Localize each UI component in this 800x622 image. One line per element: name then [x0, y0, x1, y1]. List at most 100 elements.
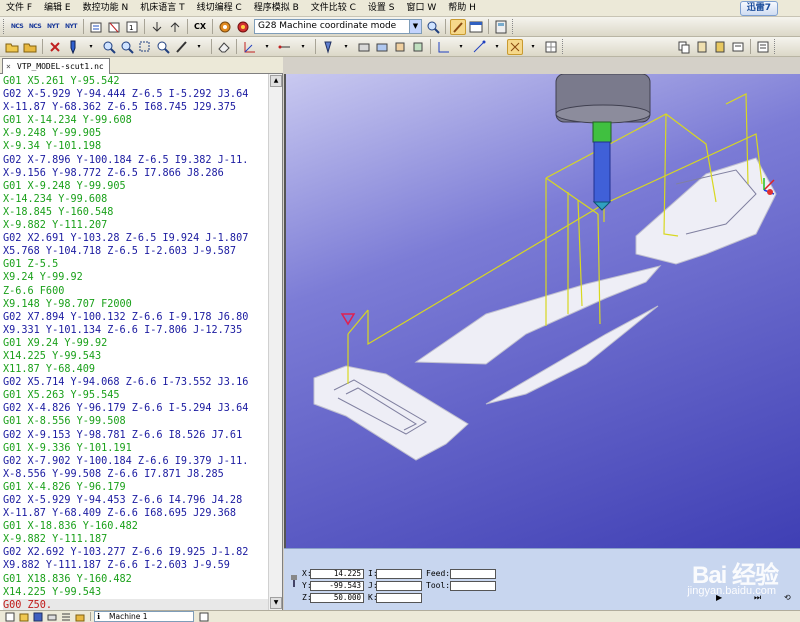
clipboard-icon[interactable] [712, 39, 728, 55]
line-tool-icon[interactable] [277, 39, 293, 55]
renumber-icon[interactable]: 1 [124, 19, 140, 35]
cx-button[interactable]: CX [192, 19, 208, 35]
dropdown-arrow-icon[interactable]: ▾ [338, 39, 354, 55]
gcode-line[interactable]: X-9.34 Y-101.198 [3, 140, 271, 153]
tool-icon[interactable] [65, 39, 81, 55]
paste-icon[interactable] [694, 39, 710, 55]
machine-select[interactable]: ℹ Machine 1 [94, 611, 194, 622]
axis-icon[interactable] [241, 39, 257, 55]
scroll-down-icon[interactable]: ▼ [270, 597, 282, 609]
gcode-line[interactable]: G00 Z50. [3, 598, 271, 610]
dropdown-arrow-icon[interactable]: ▾ [295, 39, 311, 55]
menu-file[interactable]: 文件 F [0, 0, 38, 17]
cut-icon[interactable] [730, 39, 746, 55]
arrow-up-icon[interactable] [167, 19, 183, 35]
gcode-line[interactable]: G01 X18.836 Y-160.482 [3, 573, 271, 586]
part-icon[interactable] [392, 39, 408, 55]
gcode-line[interactable]: G02 X5.714 Y-94.068 Z-6.6 I-73.552 J3.16 [3, 376, 271, 389]
gcode-line[interactable]: X11.87 Y-68.409 [3, 363, 271, 376]
gcode-line[interactable]: G02 X-7.896 Y-100.184 Z-6.5 I9.382 J-11. [3, 154, 271, 167]
gcode-line[interactable]: X5.768 Y-104.718 Z-6.5 I-2.603 J-9.587 [3, 245, 271, 258]
list-icon[interactable] [60, 612, 72, 622]
gcode-line[interactable]: G02 X-4.826 Y-96.179 Z-6.6 I-5.294 J3.64 [3, 402, 271, 415]
model-icon[interactable] [410, 39, 426, 55]
gcode-line[interactable]: X-9.248 Y-99.905 [3, 127, 271, 140]
gcode-line[interactable]: X-18.845 Y-160.548 [3, 206, 271, 219]
coordinate-mode-select[interactable]: G28 Machine coordinate mode ▼ [254, 19, 422, 34]
grid-icon[interactable] [543, 39, 559, 55]
xunlei-button[interactable]: 迅雷7 [739, 1, 778, 16]
window-layout-icon[interactable] [468, 19, 484, 35]
menu-wire-cut[interactable]: 线切编程 C [191, 0, 248, 17]
menu-help[interactable]: 帮助 H [442, 0, 482, 17]
gcode-line[interactable]: G01 X-8.556 Y-99.508 [3, 415, 271, 428]
ncs-icon[interactable]: NCS [9, 19, 25, 35]
ncs-alt-icon[interactable]: NCS [27, 19, 43, 35]
file-tab[interactable]: × VTP_MODEL-scut1.nc [2, 58, 110, 74]
gcode-line[interactable]: X14.225 Y-99.543 [3, 586, 271, 599]
transform-icon[interactable] [507, 38, 523, 55]
dropdown-arrow-icon[interactable]: ▾ [525, 39, 541, 55]
gcode-line[interactable]: Z-6.6 F600 [3, 285, 271, 298]
menu-edit[interactable]: 编辑 E [38, 0, 77, 17]
gcode-line[interactable]: G02 X2.691 Y-103.28 Z-6.5 I9.924 J-1.807 [3, 232, 271, 245]
nyt-icon[interactable]: NYT [45, 19, 61, 35]
dropdown-arrow-icon[interactable]: ▾ [191, 39, 207, 55]
open-file-icon[interactable] [4, 39, 20, 55]
gcode-line[interactable]: X-11.87 Y-68.409 Z-6.6 I68.695 J29.368 [3, 507, 271, 520]
arrow-down-icon[interactable] [149, 19, 165, 35]
zoom-out-icon[interactable] [119, 39, 135, 55]
properties-icon[interactable] [755, 39, 771, 55]
machine-settings-icon[interactable] [198, 612, 210, 622]
gcode-line[interactable]: X-9.156 Y-98.772 Z-6.5 I7.866 J8.286 [3, 167, 271, 180]
brush-icon[interactable] [173, 39, 189, 55]
menu-nc-functions[interactable]: 数控功能 N [77, 0, 135, 17]
print-icon[interactable] [46, 612, 58, 622]
cutter-icon[interactable] [320, 39, 336, 55]
delete-block-icon[interactable] [106, 19, 122, 35]
insert-block-icon[interactable] [88, 19, 104, 35]
chevron-down-icon[interactable]: ▼ [409, 20, 421, 33]
gcode-line[interactable]: G01 X5.263 Y-95.545 [3, 389, 271, 402]
menu-machine-language[interactable]: 机床语言 T [134, 0, 190, 17]
gcode-editor[interactable]: G01 X5.261 Y-95.542 G02 X-5.929 Y-94.444 … [0, 74, 283, 610]
reset-icon[interactable]: ⟲ [784, 593, 791, 602]
play-icon[interactable]: ▶ [716, 593, 722, 602]
gcode-line[interactable]: G01 X-14.234 Y-99.608 [3, 114, 271, 127]
gcode-line[interactable]: X-9.882 Y-111.187 [3, 533, 271, 546]
gcode-line[interactable]: X-8.556 Y-99.508 Z-6.6 I7.871 J8.285 [3, 468, 271, 481]
dropdown-arrow-icon[interactable]: ▾ [453, 39, 469, 55]
gcode-line[interactable]: G01 X9.24 Y-99.92 [3, 337, 271, 350]
folder-small-icon[interactable] [74, 612, 86, 622]
pen-tool-icon[interactable] [450, 18, 466, 35]
gcode-line[interactable]: G01 X-4.826 Y-96.179 [3, 481, 271, 494]
gcode-line[interactable]: G02 X7.894 Y-100.132 Z-6.6 I-9.178 J6.80 [3, 311, 271, 324]
toolbar-grip[interactable] [562, 39, 565, 54]
axis-view-icon[interactable] [435, 39, 451, 55]
open-icon[interactable] [18, 612, 30, 622]
gcode-line[interactable]: G01 X5.261 Y-95.542 [3, 75, 271, 88]
gcode-line[interactable]: G02 X-9.153 Y-98.781 Z-6.6 I8.526 J7.61 [3, 429, 271, 442]
zoom-fit-icon[interactable] [155, 39, 171, 55]
gcode-line[interactable]: G02 X-5.929 Y-94.453 Z-6.6 I4.796 J4.28 [3, 494, 271, 507]
new-icon[interactable] [4, 612, 16, 622]
zoom-search-icon[interactable] [425, 19, 441, 35]
dropdown-arrow-icon[interactable]: ▾ [489, 39, 505, 55]
gcode-line[interactable]: G02 X-7.902 Y-100.184 Z-6.6 I9.379 J-11. [3, 455, 271, 468]
nyt-alt-icon[interactable]: NYT [63, 19, 79, 35]
gcode-line[interactable]: X9.882 Y-111.187 Z-6.6 I-2.603 J-9.59 [3, 559, 271, 572]
zoom-in-icon[interactable] [101, 39, 117, 55]
measure-icon[interactable] [471, 39, 487, 55]
menu-file-compare[interactable]: 文件比较 C [305, 0, 362, 17]
close-icon[interactable]: × [6, 59, 11, 74]
step-icon[interactable]: ⏭ [754, 593, 761, 603]
stock-icon[interactable] [356, 39, 372, 55]
fixture-icon[interactable] [374, 39, 390, 55]
zoom-window-icon[interactable] [137, 39, 153, 55]
toolbar-grip[interactable] [512, 19, 515, 34]
setup-icon[interactable] [217, 19, 233, 35]
gcode-line[interactable]: X9.331 Y-101.134 Z-6.6 I-7.806 J-12.735 [3, 324, 271, 337]
toolbar-grip[interactable] [3, 19, 6, 34]
gcode-line[interactable]: G02 X2.692 Y-103.277 Z-6.6 I9.925 J-1.82 [3, 546, 271, 559]
eraser-icon[interactable] [216, 39, 232, 55]
